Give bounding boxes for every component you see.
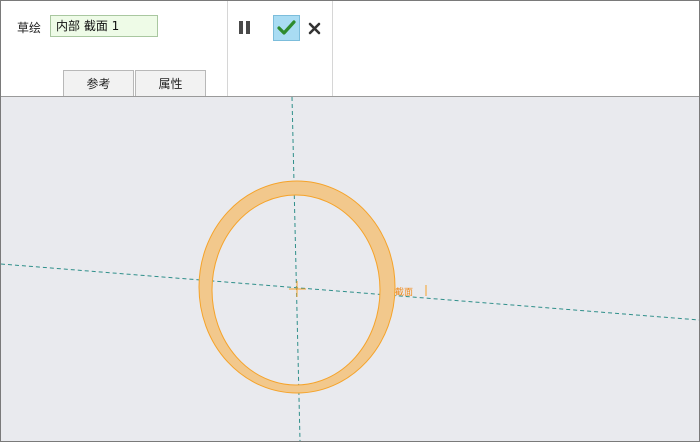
ok-button[interactable] (273, 15, 300, 41)
sketch-label: 草绘 (17, 21, 42, 35)
toolbar-separator (332, 1, 333, 96)
cancel-button[interactable] (306, 17, 324, 39)
pause-button[interactable] (233, 17, 255, 39)
horizontal-centerline (1, 263, 699, 321)
checkmark-icon (277, 20, 296, 35)
toolbar-separator (227, 1, 228, 96)
ribbon-toolbar: 草绘 内部 截面 1 参考 属性 (1, 1, 699, 97)
sketch-canvas[interactable]: 截面 (1, 97, 699, 441)
close-x-icon (308, 22, 321, 35)
sketch-graphics (1, 97, 699, 441)
section-label: 截面 (395, 288, 414, 298)
sketch-name-field[interactable]: 内部 截面 1 (50, 15, 158, 37)
window: 草绘 内部 截面 1 参考 属性 截面 (0, 0, 700, 442)
tab-references[interactable]: 参考 (63, 70, 134, 96)
tab-properties[interactable]: 属性 (135, 70, 206, 96)
